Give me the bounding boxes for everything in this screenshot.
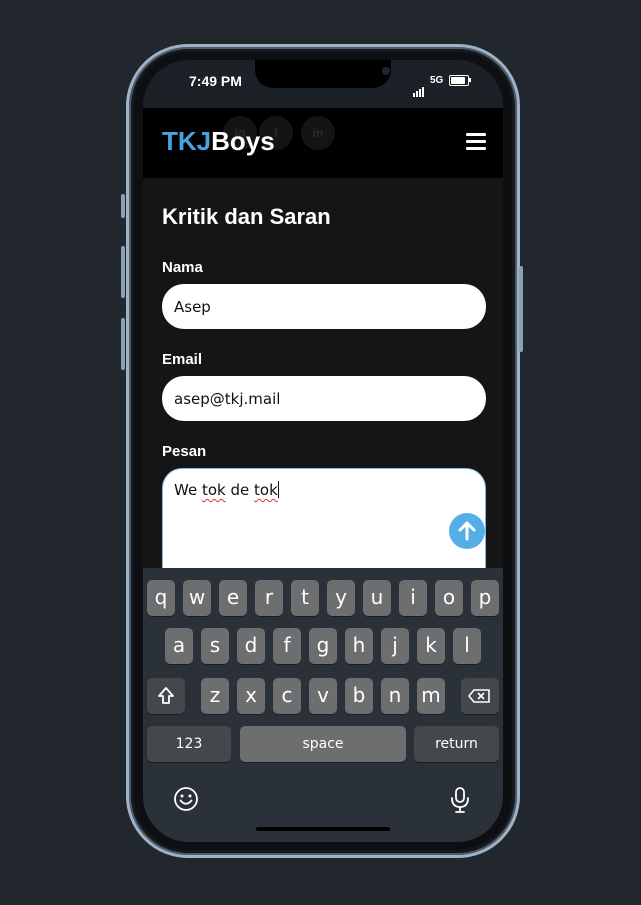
key-k[interactable]: k [417,628,445,664]
numbers-key[interactable]: 123 [147,726,231,762]
network-type: 5G [430,75,444,86]
message-word: tok [201,481,226,499]
side-button-silent [121,194,125,218]
side-button-volume-down [121,318,125,370]
key-d[interactable]: d [237,628,265,664]
name-label: Nama [162,259,203,276]
battery-tip [469,78,471,82]
logo-tkj: TKJ [162,126,212,156]
dictation-button[interactable] [449,786,471,814]
key-a[interactable]: a [165,628,193,664]
key-v[interactable]: v [309,678,337,714]
message-text: We tok de tok [174,481,278,499]
key-t[interactable]: t [291,580,319,616]
message-word: de [230,481,250,499]
name-input[interactable] [162,284,486,329]
front-camera [382,67,390,75]
microphone-icon [451,787,469,813]
email-label: Email [162,351,203,368]
key-p[interactable]: p [471,580,499,616]
side-button-power [519,266,523,352]
backspace-icon [468,689,490,703]
battery-icon [449,75,469,86]
key-g[interactable]: g [309,628,337,664]
key-l[interactable]: l [453,628,481,664]
key-c[interactable]: c [273,678,301,714]
key-i[interactable]: i [399,580,427,616]
backspace-key[interactable] [461,678,499,714]
status-bar: 7:49 PM 5G [143,60,503,108]
key-e[interactable]: e [219,580,247,616]
keyboard: qwertyuiop asdfghjkl zxcvbnm 123 space r… [143,568,503,842]
signal-icon [413,78,425,97]
status-time: 7:49 PM [189,73,242,89]
message-word: tok [254,481,278,499]
key-u[interactable]: u [363,580,391,616]
shift-key[interactable] [147,678,185,714]
key-n[interactable]: n [381,678,409,714]
key-o[interactable]: o [435,580,463,616]
emoji-button[interactable] [173,786,199,812]
text-caret [277,481,279,498]
key-z[interactable]: z [201,678,229,714]
navbar: ig f in TKJBoys [143,108,503,178]
linkedin-icon: in [301,116,335,150]
shift-icon [158,687,174,704]
notch [255,60,391,88]
phone-screen: 7:49 PM 5G ig f in TKJBoys Kritik dan Sa… [143,60,503,842]
message-label: Pesan [162,443,207,460]
return-key[interactable]: return [414,726,499,762]
key-s[interactable]: s [201,628,229,664]
send-button[interactable] [449,513,485,549]
key-x[interactable]: x [237,678,265,714]
key-y[interactable]: y [327,580,355,616]
key-j[interactable]: j [381,628,409,664]
logo-boys: Boys [211,126,275,156]
arrow-up-icon [458,521,476,541]
space-key[interactable]: space [240,726,406,762]
key-b[interactable]: b [345,678,373,714]
key-r[interactable]: r [255,580,283,616]
email-input[interactable] [162,376,486,421]
site-logo[interactable]: TKJBoys [162,126,275,157]
emoji-icon [174,787,198,811]
form-title: Kritik dan Saran [162,204,331,229]
side-button-volume-up [121,246,125,298]
key-w[interactable]: w [183,580,211,616]
key-h[interactable]: h [345,628,373,664]
key-f[interactable]: f [273,628,301,664]
key-m[interactable]: m [417,678,445,714]
hamburger-icon[interactable] [466,133,486,151]
home-indicator[interactable] [256,827,390,831]
key-q[interactable]: q [147,580,175,616]
message-word: We [174,481,198,499]
